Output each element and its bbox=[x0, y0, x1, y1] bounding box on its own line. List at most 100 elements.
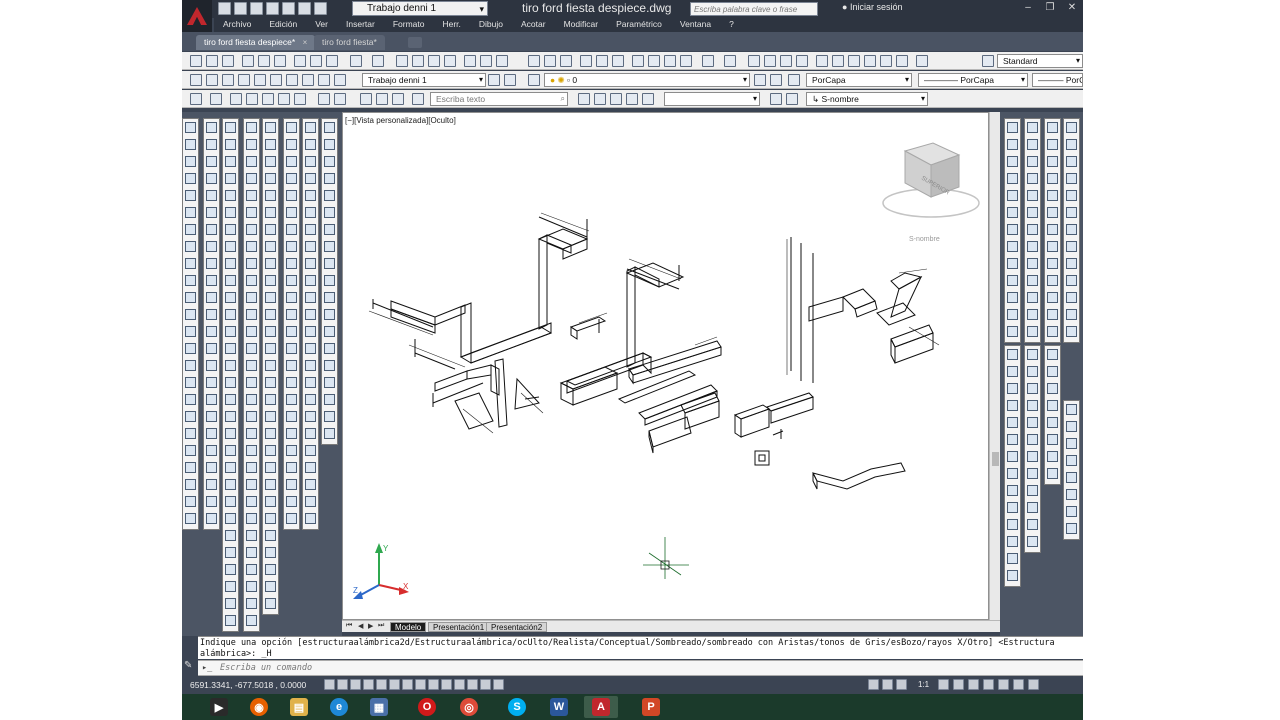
left-tool-icon[interactable] bbox=[225, 156, 236, 167]
ucs-selector[interactable]: S-nombre bbox=[909, 236, 940, 243]
left-tool-icon[interactable] bbox=[286, 224, 297, 235]
left-tool-icon[interactable] bbox=[225, 258, 236, 269]
tab-presentacion2[interactable]: Presentación2 bbox=[486, 622, 548, 632]
left-tool-icon[interactable] bbox=[246, 258, 257, 269]
left-tool-icon[interactable] bbox=[265, 377, 276, 388]
right-tool-icon[interactable] bbox=[1066, 173, 1077, 184]
drawing-canvas[interactable]: SUPERIOR S-nombre Y X Z bbox=[343, 113, 989, 620]
right-tool-icon[interactable] bbox=[1047, 451, 1058, 462]
left-tool-icon[interactable] bbox=[185, 343, 196, 354]
layer-properties-icon[interactable] bbox=[190, 74, 202, 86]
ucs-icon[interactable] bbox=[770, 93, 782, 105]
left-tool-icon[interactable] bbox=[206, 513, 217, 524]
lineweight-selector[interactable]: ——— PorC bbox=[1032, 73, 1083, 87]
left-tool-icon[interactable] bbox=[206, 360, 217, 371]
left-tool-icon[interactable] bbox=[225, 309, 236, 320]
right-tool-icon[interactable] bbox=[1027, 258, 1038, 269]
left-tool-icon[interactable] bbox=[225, 428, 236, 439]
left-tool-icon[interactable] bbox=[265, 496, 276, 507]
cut-icon[interactable] bbox=[632, 55, 644, 67]
text-edit-icon[interactable] bbox=[360, 93, 372, 105]
left-tool-icon[interactable] bbox=[185, 258, 196, 269]
right-tool-icon[interactable] bbox=[1047, 468, 1058, 479]
right-tool-icon[interactable] bbox=[1007, 383, 1018, 394]
right-tool-icon[interactable] bbox=[1007, 190, 1018, 201]
left-tool-icon[interactable] bbox=[305, 309, 316, 320]
zoom-previous-icon[interactable] bbox=[444, 55, 456, 67]
left-tool-icon[interactable] bbox=[185, 224, 196, 235]
quick-view-layouts-icon[interactable] bbox=[882, 679, 893, 690]
zoom-previous-icon[interactable] bbox=[796, 55, 808, 67]
left-tool-icon[interactable] bbox=[286, 156, 297, 167]
close-button[interactable]: ✕ bbox=[1061, 0, 1083, 16]
right-tool-icon[interactable] bbox=[1027, 400, 1038, 411]
left-tool-icon[interactable] bbox=[265, 309, 276, 320]
left-tool-icon[interactable] bbox=[324, 122, 335, 133]
open-icon[interactable] bbox=[206, 55, 218, 67]
left-tool-icon[interactable] bbox=[225, 462, 236, 473]
right-tool-icon[interactable] bbox=[1066, 326, 1077, 337]
left-tool-icon[interactable] bbox=[246, 224, 257, 235]
menu-edicion[interactable]: Edición bbox=[260, 18, 306, 32]
right-tool-icon[interactable] bbox=[1027, 502, 1038, 513]
materials-icon[interactable] bbox=[262, 93, 274, 105]
right-tool-icon[interactable] bbox=[1007, 553, 1018, 564]
left-tool-icon[interactable] bbox=[246, 462, 257, 473]
cut-icon[interactable] bbox=[294, 55, 306, 67]
left-tool-icon[interactable] bbox=[305, 173, 316, 184]
fly-icon[interactable] bbox=[642, 93, 654, 105]
lineweight-icon[interactable] bbox=[441, 679, 452, 690]
paste-icon[interactable] bbox=[326, 55, 338, 67]
left-tool-icon[interactable] bbox=[185, 156, 196, 167]
left-tool-icon[interactable] bbox=[246, 615, 257, 626]
left-tool-icon[interactable] bbox=[305, 139, 316, 150]
left-tool-icon[interactable] bbox=[225, 377, 236, 388]
left-tool-icon[interactable] bbox=[246, 496, 257, 507]
left-tool-icon[interactable] bbox=[265, 139, 276, 150]
vertical-scrollbar[interactable] bbox=[989, 112, 1000, 620]
left-tool-icon[interactable] bbox=[286, 207, 297, 218]
layer-freeze-icon[interactable] bbox=[286, 74, 298, 86]
left-tool-icon[interactable] bbox=[246, 343, 257, 354]
right-tool-icon[interactable] bbox=[1066, 122, 1077, 133]
left-tool-icon[interactable] bbox=[305, 479, 316, 490]
left-tool-icon[interactable] bbox=[246, 377, 257, 388]
workspace-switch-icon[interactable] bbox=[968, 679, 979, 690]
menu-formato[interactable]: Formato bbox=[384, 18, 434, 32]
left-tool-icon[interactable] bbox=[286, 258, 297, 269]
left-tool-icon[interactable] bbox=[324, 411, 335, 422]
right-tool-icon[interactable] bbox=[1047, 417, 1058, 428]
pan-icon[interactable] bbox=[748, 55, 760, 67]
left-tool-icon[interactable] bbox=[305, 411, 316, 422]
undo-icon[interactable] bbox=[702, 55, 714, 67]
last-layout-icon[interactable]: ⏭ bbox=[378, 622, 384, 630]
left-tool-icon[interactable] bbox=[206, 377, 217, 388]
right-tool-icon[interactable] bbox=[1066, 241, 1077, 252]
right-tool-icon[interactable] bbox=[1007, 519, 1018, 530]
opera-icon[interactable]: O bbox=[410, 696, 444, 718]
left-tool-icon[interactable] bbox=[206, 445, 217, 456]
plot-preview-icon[interactable] bbox=[258, 55, 270, 67]
ducs-icon[interactable] bbox=[415, 679, 426, 690]
right-tool-icon[interactable] bbox=[1047, 275, 1058, 286]
internet-explorer-icon[interactable]: e bbox=[322, 696, 356, 718]
left-tool-icon[interactable] bbox=[265, 428, 276, 439]
right-tool-icon[interactable] bbox=[1007, 485, 1018, 496]
left-tool-icon[interactable] bbox=[286, 173, 297, 184]
left-tool-icon[interactable] bbox=[206, 496, 217, 507]
right-tool-icon[interactable] bbox=[1027, 519, 1038, 530]
left-tool-icon[interactable] bbox=[324, 360, 335, 371]
osnap-icon[interactable] bbox=[376, 679, 387, 690]
left-tool-icon[interactable] bbox=[246, 394, 257, 405]
save-icon[interactable] bbox=[560, 55, 572, 67]
zoom-window-icon[interactable] bbox=[780, 55, 792, 67]
left-tool-icon[interactable] bbox=[225, 139, 236, 150]
right-tool-icon[interactable] bbox=[1027, 207, 1038, 218]
spell-check-icon[interactable] bbox=[392, 93, 404, 105]
customize-icon[interactable] bbox=[504, 74, 516, 86]
right-tool-icon[interactable] bbox=[1027, 224, 1038, 235]
walk-icon[interactable] bbox=[626, 93, 638, 105]
left-tool-icon[interactable] bbox=[246, 479, 257, 490]
right-tool-icon[interactable] bbox=[1066, 292, 1077, 303]
left-tool-icon[interactable] bbox=[265, 343, 276, 354]
